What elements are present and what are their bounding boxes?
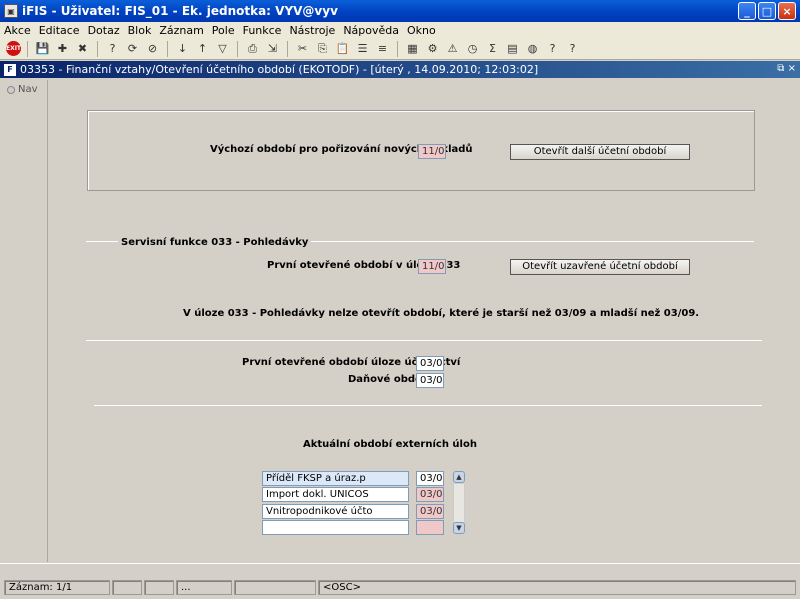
toolbar-separator (97, 40, 98, 57)
form-area: Výchozí období pro pořizování nových dok… (50, 80, 796, 562)
list-values-icon[interactable]: ≡ (374, 40, 391, 57)
toolbar: EXIT 💾 ✚ ✖ ? ⟳ ⊘ ↓ ↑ ▽ ⎙ ⇲ ✂ ⎘ 📋 ☰ ≡ ▦ ⚙… (0, 38, 800, 60)
export-icon[interactable]: ⇲ (264, 40, 281, 57)
excel-icon[interactable]: ▤ (504, 40, 521, 57)
open-next-period-button[interactable]: Otevřít další účetní období (510, 144, 690, 160)
toolbar-separator (287, 40, 288, 57)
close-button[interactable]: × (778, 2, 796, 20)
status-dots: ... (176, 580, 232, 595)
external-task-name[interactable]: Příděl FKSP a úraz.p (262, 471, 409, 486)
form-window-controls[interactable]: ⧉ × (777, 63, 796, 74)
separator-line (86, 340, 762, 341)
scrollbar-track[interactable] (453, 484, 465, 522)
context-help-icon[interactable]: ? (564, 40, 581, 57)
maximize-button[interactable]: □ (758, 2, 776, 20)
toolbar-separator (237, 40, 238, 57)
menu-funkce[interactable]: Funkce (243, 24, 282, 37)
filter-icon[interactable]: ▽ (214, 40, 231, 57)
status-cell (112, 580, 142, 595)
external-task-period[interactable]: 03/09 (416, 504, 444, 519)
tax-period-field[interactable]: 03/09 (416, 373, 444, 388)
list-icon[interactable]: ☰ (354, 40, 371, 57)
external-task-name[interactable] (262, 520, 409, 535)
minimize-button[interactable]: _ (738, 2, 756, 20)
menu-nastroje[interactable]: Nástroje (289, 24, 335, 37)
execute-query-icon[interactable]: ⟳ (124, 40, 141, 57)
warning-icon[interactable]: ⚠ (444, 40, 461, 57)
menu-akce[interactable]: Akce (4, 24, 31, 37)
menu-napoveda[interactable]: Nápověda (343, 24, 399, 37)
print-icon[interactable]: ⎙ (244, 40, 261, 57)
query-icon[interactable]: ? (104, 40, 121, 57)
app-icon: ▣ (4, 4, 18, 18)
window-title: iFIS - Uživatel: FIS_01 - Ek. jednotka: … (22, 4, 338, 18)
record-counter: Záznam: 1/1 (4, 580, 110, 595)
menu-pole[interactable]: Pole (212, 24, 235, 37)
external-tasks-heading: Aktuální období externích úloh (303, 439, 477, 450)
form-title: 03353 - Finanční vztahy/Otevření účetníh… (20, 63, 539, 76)
status-strip (0, 563, 800, 577)
menu-blok[interactable]: Blok (128, 24, 152, 37)
first-open-period-field[interactable]: 11/09 (418, 259, 446, 274)
sort-desc-icon[interactable]: ↑ (194, 40, 211, 57)
external-task-name[interactable]: Import dokl. UNICOS (262, 487, 409, 502)
toolbar-separator (397, 40, 398, 57)
window-titlebar: ▣ iFIS - Uživatel: FIS_01 - Ek. jednotka… (0, 0, 800, 22)
nav-label: Nav (18, 84, 38, 95)
menu-dotaz[interactable]: Dotaz (88, 24, 120, 37)
sum-icon[interactable]: Σ (484, 40, 501, 57)
status-cell (144, 580, 174, 595)
external-task-period[interactable] (416, 520, 444, 535)
open-closed-period-button[interactable]: Otevřít uzavřené účetní období (510, 259, 690, 275)
delete-record-icon[interactable]: ✖ (74, 40, 91, 57)
status-cell (234, 580, 316, 595)
nav-icon (7, 85, 15, 94)
copy-icon[interactable]: ⎘ (314, 40, 331, 57)
settings-icon[interactable]: ⚙ (424, 40, 441, 57)
external-task-period[interactable]: 03/09 (416, 487, 444, 502)
nav-item[interactable]: Nav (4, 80, 47, 99)
menu-zaznam[interactable]: Záznam (159, 24, 203, 37)
nav-pane: Nav (4, 80, 48, 562)
help-icon[interactable]: ? (544, 40, 561, 57)
menu-editace[interactable]: Editace (39, 24, 80, 37)
external-task-period[interactable]: 03/09 (416, 471, 444, 486)
form-titlebar: F 03353 - Finanční vztahy/Otevření účetn… (0, 61, 800, 78)
default-period-field[interactable]: 11/09 (418, 144, 446, 159)
toolbar-separator (167, 40, 168, 57)
exit-icon[interactable]: EXIT (6, 41, 21, 56)
toolbar-separator (27, 40, 28, 57)
scroll-up-button[interactable]: ▲ (453, 471, 465, 483)
separator-line (94, 405, 762, 406)
form-icon: F (4, 63, 16, 76)
status-bar: Záznam: 1/1 ... <OSC> (0, 563, 800, 599)
clock-icon[interactable]: ◷ (464, 40, 481, 57)
first-open-accounting-field[interactable]: 03/09 (416, 356, 444, 371)
service-heading: Servisní funkce 033 - Pohledávky (118, 237, 312, 248)
osc-indicator: <OSC> (318, 580, 796, 595)
browser-icon[interactable]: ◍ (524, 40, 541, 57)
save-icon[interactable]: 💾 (34, 40, 51, 57)
calculator-icon[interactable]: ▦ (404, 40, 421, 57)
scroll-down-button[interactable]: ▼ (453, 522, 465, 534)
paste-icon[interactable]: 📋 (334, 40, 351, 57)
sort-asc-icon[interactable]: ↓ (174, 40, 191, 57)
new-record-icon[interactable]: ✚ (54, 40, 71, 57)
cut-icon[interactable]: ✂ (294, 40, 311, 57)
cancel-query-icon[interactable]: ⊘ (144, 40, 161, 57)
external-task-name[interactable]: Vnitropodnikové účto (262, 504, 409, 519)
menu-okno[interactable]: Okno (407, 24, 436, 37)
period-restriction-note: V úloze 033 - Pohledávky nelze otevřít o… (183, 308, 700, 319)
menu-bar: Akce Editace Dotaz Blok Záznam Pole Funk… (0, 22, 800, 38)
